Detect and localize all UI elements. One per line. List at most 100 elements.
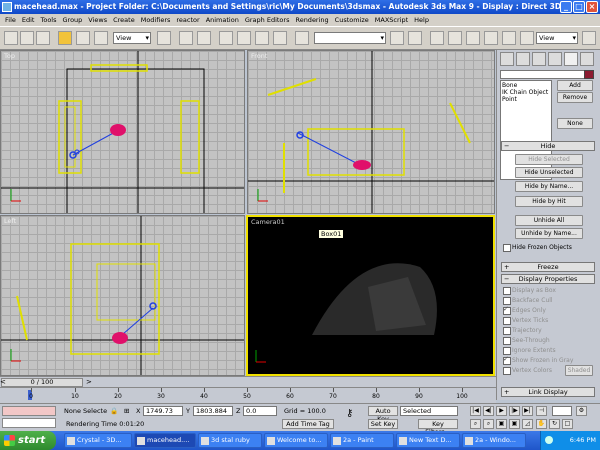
menu-help[interactable]: Help (411, 14, 432, 26)
display-tab-icon[interactable] (564, 52, 578, 66)
slider-next-icon[interactable]: > (86, 378, 92, 386)
list-item[interactable]: IK Chain Object (502, 89, 550, 96)
y-coordinate-field[interactable]: 1803.884 (193, 406, 233, 416)
3dsmax-app-icon[interactable] (2, 2, 12, 12)
maxscript-listener-field[interactable] (2, 406, 56, 416)
angle-snap-icon[interactable] (237, 31, 251, 45)
menu-create[interactable]: Create (110, 14, 138, 26)
time-slider[interactable]: 0 / 100 > < (0, 376, 496, 387)
percent-snap-icon[interactable] (255, 31, 269, 45)
menu-views[interactable]: Views (85, 14, 110, 26)
taskbar-item[interactable]: Crystal - 3D... (64, 433, 132, 448)
menu-modifiers[interactable]: Modifiers (138, 14, 174, 26)
modify-tab-icon[interactable] (516, 52, 530, 66)
trajectory-checkbox[interactable]: Trajectory (503, 326, 542, 335)
taskbar-item[interactable]: New Text D... (396, 433, 460, 448)
time-configuration-icon[interactable]: ⚙ (576, 406, 587, 416)
render-scene-icon[interactable] (502, 31, 516, 45)
go-to-start-icon[interactable]: |◀ (470, 406, 481, 416)
hide-rollout-header[interactable]: − Hide (501, 141, 595, 151)
next-frame-icon[interactable]: |▶ (509, 406, 520, 416)
freeze-rollout-header[interactable]: + Freeze (501, 262, 595, 272)
viewport-front[interactable]: Front (247, 50, 495, 214)
go-to-end-icon[interactable]: ▶| (522, 406, 533, 416)
clock-text[interactable]: 6:46 PM (570, 436, 596, 444)
list-item[interactable]: Bone (502, 82, 550, 89)
taskbar-item[interactable]: macehead.... (134, 433, 196, 448)
previous-frame-icon[interactable]: ◀| (483, 406, 494, 416)
object-name-field[interactable] (500, 70, 594, 79)
named-selection-set-dropdown[interactable] (314, 32, 386, 44)
object-color-swatch[interactable] (584, 70, 594, 79)
zoom-extents-all-icon[interactable]: ▣ (509, 419, 520, 429)
display-as-box-checkbox[interactable]: Display as Box (503, 286, 556, 295)
link-display-rollout-header[interactable]: + Link Display (501, 387, 595, 397)
menu-rendering[interactable]: Rendering (292, 14, 331, 26)
hide-unselected-button[interactable]: Hide Unselected (515, 167, 583, 178)
select-region-icon[interactable] (36, 31, 50, 45)
quick-render-icon[interactable] (520, 31, 534, 45)
menu-customize[interactable]: Customize (332, 14, 372, 26)
slider-prev-icon[interactable]: < (0, 378, 6, 386)
menu-file[interactable]: File (2, 14, 19, 26)
z-coordinate-field[interactable]: 0.0 (243, 406, 277, 416)
render-last-icon[interactable] (582, 31, 596, 45)
backface-cull-checkbox[interactable]: Backface Cull (503, 296, 553, 305)
absolute-mode-icon[interactable]: ⊞ (124, 406, 129, 416)
selection-lock-icon[interactable]: 🔒 (110, 406, 118, 416)
unhide-all-button[interactable]: Unhide All (515, 215, 583, 226)
keyboard-shortcut-icon[interactable] (197, 31, 211, 45)
unhide-by-name-button[interactable]: Unhide by Name... (515, 228, 583, 239)
menu-reactor[interactable]: reactor (173, 14, 202, 26)
key-mode-dropdown[interactable]: Selected (400, 406, 458, 416)
edges-only-checkbox[interactable]: Edges Only (503, 305, 546, 315)
snap-toggle-icon[interactable] (219, 31, 233, 45)
menu-group[interactable]: Group (60, 14, 86, 26)
menu-edit[interactable]: Edit (19, 14, 38, 26)
display-properties-rollout-header[interactable]: − Display Properties (501, 274, 595, 284)
menu-graph-editors[interactable]: Graph Editors (242, 14, 293, 26)
render-type-dropdown[interactable]: View (536, 32, 578, 44)
edit-named-selection-icon[interactable] (295, 31, 309, 45)
field-of-view-icon[interactable]: ◿ (522, 419, 533, 429)
select-scale-icon[interactable] (94, 31, 108, 45)
see-through-checkbox[interactable]: See-Through (503, 336, 550, 345)
track-bar[interactable]: 0 10 20 30 40 50 60 70 80 90 100 (0, 387, 496, 403)
pan-icon[interactable]: ✋ (536, 419, 547, 429)
shaded-button[interactable]: Shaded (565, 365, 593, 376)
hide-selected-button[interactable]: Hide Selected (515, 154, 583, 165)
play-icon[interactable]: ▶ (496, 406, 507, 416)
maximize-viewport-icon[interactable]: □ (562, 419, 573, 429)
add-time-tag-button[interactable]: Add Time Tag (282, 419, 334, 429)
list-item[interactable]: Point (502, 96, 550, 103)
pivot-center-icon[interactable] (157, 31, 171, 45)
menu-maxscript[interactable]: MAXScript (372, 14, 411, 26)
taskbar-item[interactable]: 2a - Paint (330, 433, 394, 448)
select-object-icon[interactable] (20, 31, 34, 45)
key-filters-button[interactable]: Key Filters... (418, 419, 458, 436)
material-editor-icon[interactable] (484, 31, 498, 45)
x-coordinate-field[interactable]: 1749.73 (143, 406, 183, 416)
vertex-ticks-checkbox[interactable]: Vertex Ticks (503, 316, 548, 325)
hide-frozen-objects-checkbox[interactable]: Hide Frozen Objects (503, 243, 572, 252)
hide-by-hit-button[interactable]: Hide by Hit (515, 196, 583, 207)
add-button[interactable]: Add (557, 80, 593, 91)
spinner-snap-icon[interactable] (273, 31, 287, 45)
time-slider-thumb[interactable]: 0 / 100 (1, 378, 83, 387)
menu-tools[interactable]: Tools (37, 14, 59, 26)
set-key-button[interactable]: Set Key (368, 419, 398, 429)
viewport-top[interactable]: Top (0, 50, 245, 214)
reference-coordinate-dropdown[interactable]: View (113, 32, 151, 44)
minimize-button[interactable]: _ (560, 1, 572, 13)
remove-button[interactable]: Remove (557, 92, 593, 103)
select-move-icon[interactable] (58, 31, 72, 45)
hierarchy-tab-icon[interactable] (532, 52, 546, 66)
schematic-view-icon[interactable] (466, 31, 480, 45)
key-mode-toggle-icon[interactable]: ⊣ (536, 406, 547, 416)
vertex-colors-checkbox[interactable]: Vertex Colors (503, 366, 552, 375)
menu-animation[interactable]: Animation (203, 14, 242, 26)
viewport-left[interactable]: Left (0, 215, 245, 376)
maximize-button[interactable]: □ (573, 1, 585, 13)
layer-manager-icon[interactable] (430, 31, 444, 45)
zoom-all-icon[interactable]: ⌕ (483, 419, 494, 429)
